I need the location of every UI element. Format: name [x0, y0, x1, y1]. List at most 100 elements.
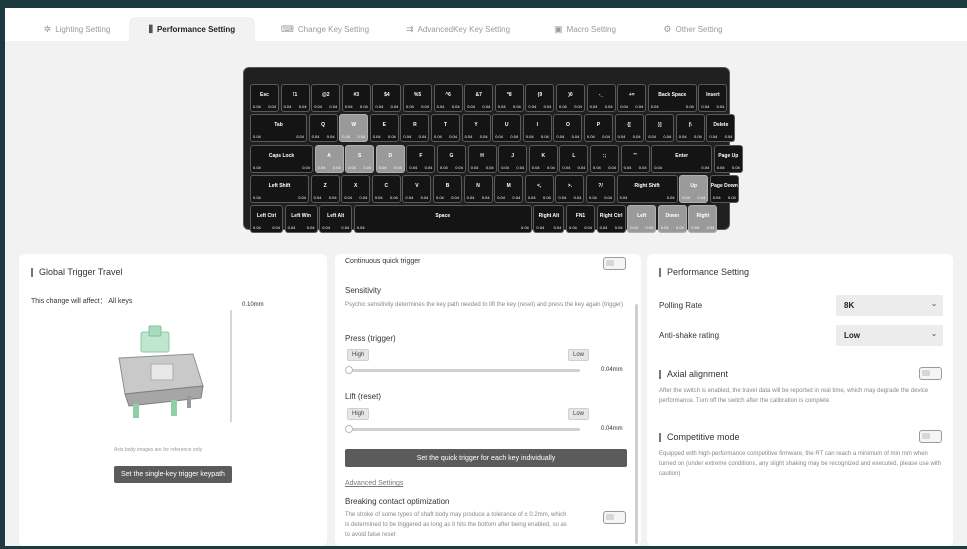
key-c[interactable]: C 0.04 0.04 — [371, 175, 401, 203]
key-label: Insert — [706, 92, 720, 98]
key-left[interactable]: Left 0.04 0.04 — [627, 205, 657, 233]
key-lift-value: 0.04 — [571, 134, 580, 139]
scrollbar[interactable] — [635, 304, 638, 544]
key-0[interactable]: )0 0.04 0.04 — [556, 84, 585, 112]
key-[interactable]: }] 0.04 0.04 — [645, 114, 675, 142]
key-k[interactable]: K 0.04 0.04 — [528, 145, 558, 173]
key-w[interactable]: W 0.34 0.04 — [339, 114, 369, 142]
key-tab[interactable]: Tab 0.04 0.04 — [250, 114, 307, 142]
key-7[interactable]: &7 0.04 0.04 — [464, 84, 494, 112]
press-slider[interactable] — [347, 369, 580, 372]
key-right-ctrl[interactable]: Right Ctrl 0.04 0.04 — [596, 205, 626, 233]
lift-low-chip[interactable]: Low — [568, 408, 590, 420]
key-v[interactable]: V 0.04 0.04 — [402, 175, 432, 203]
key-[interactable]: -_ 0.04 0.04 — [586, 84, 616, 112]
key-2[interactable]: @2 0.04 0.04 — [311, 84, 341, 112]
single-key-trigger-button[interactable]: Set the single-key trigger keypath — [114, 466, 232, 483]
key-9[interactable]: (9 0.04 0.04 — [525, 84, 555, 112]
key-m[interactable]: M 0.04 0.04 — [494, 175, 524, 203]
key-space[interactable]: Space 0.04 0.04 — [353, 205, 532, 233]
press-slider-knob[interactable] — [345, 366, 353, 374]
tab-macro-setting[interactable]: ▣ Macro Setting — [545, 17, 625, 41]
axial-toggle[interactable] — [919, 367, 942, 380]
key-delete[interactable]: Delete 0.04 0.04 — [706, 114, 736, 142]
key-label: M — [506, 183, 511, 189]
key-right-shift[interactable]: Right Shift 0.04 0.04 — [616, 175, 678, 203]
key-d[interactable]: D 0.04 0.04 — [375, 145, 405, 173]
key-insert[interactable]: Insert 0.04 0.04 — [698, 84, 728, 112]
key-[interactable]: += 0.04 0.04 — [617, 84, 647, 112]
press-high-chip[interactable]: High — [347, 349, 370, 361]
key-j[interactable]: J 0.04 0.04 — [498, 145, 528, 173]
key-5[interactable]: %5 0.04 0.04 — [403, 84, 432, 112]
key-g[interactable]: G 0.04 0.04 — [437, 145, 466, 173]
individual-quick-trigger-button[interactable]: Set the quick trigger for each key indiv… — [345, 449, 627, 467]
continuous-toggle[interactable] — [603, 257, 626, 270]
key-b[interactable]: B 0.04 0.04 — [433, 175, 462, 203]
polling-rate-select[interactable]: 8K ⌄ — [836, 295, 943, 316]
key-y[interactable]: Y 0.04 0.04 — [461, 114, 491, 142]
key-f[interactable]: F 0.04 0.04 — [406, 145, 436, 173]
key-right[interactable]: Right 0.04 0.04 — [688, 205, 718, 233]
competitive-toggle[interactable] — [919, 430, 942, 443]
key-[interactable]: "' 0.04 0.04 — [620, 145, 650, 173]
key-press-value: 0.04 — [660, 225, 669, 230]
key-down[interactable]: Down 0.04 0.04 — [657, 205, 687, 233]
key-h[interactable]: H 0.04 0.04 — [467, 145, 497, 173]
key-fn1[interactable]: FN1 0.04 0.04 — [566, 205, 595, 233]
key-page-down[interactable]: Page Down 0.04 0.04 — [709, 175, 739, 203]
key-lift-value: 0.04 — [577, 165, 586, 170]
key-n[interactable]: N 0.04 0.04 — [463, 175, 493, 203]
tab-other-setting[interactable]: ⚙ Other Setting — [653, 17, 733, 41]
key-o[interactable]: O 0.04 0.04 — [553, 114, 583, 142]
key-[interactable]: {[0.04 0.04 — [614, 114, 644, 142]
key-z[interactable]: Z 0.04 0.04 — [310, 175, 340, 203]
tab-change-key-setting[interactable]: ⌨ Change Key Setting — [275, 17, 375, 41]
key-x[interactable]: X 0.04 0.04 — [341, 175, 371, 203]
advanced-settings-link[interactable]: Advanced Settings — [345, 480, 403, 487]
key-u[interactable]: U 0.04 0.04 — [492, 114, 522, 142]
key-s[interactable]: S 0.04 0.04 — [345, 145, 375, 173]
key-6[interactable]: ^6 0.04 0.04 — [433, 84, 463, 112]
lift-slider-knob[interactable] — [345, 425, 353, 433]
tab-label: AdvancedKey Key Setting — [417, 24, 511, 34]
key-back-space[interactable]: Back Space 0.04 0.04 — [647, 84, 697, 112]
lift-slider[interactable] — [347, 428, 580, 431]
key-1[interactable]: !1 0.04 0.04 — [280, 84, 310, 112]
breaking-toggle[interactable] — [603, 511, 626, 524]
key-right-alt[interactable]: Right Alt 0.04 0.04 — [533, 205, 565, 233]
key-q[interactable]: Q 0.04 0.04 — [308, 114, 338, 142]
key-esc[interactable]: Esc 0.04 0.04 — [250, 84, 279, 112]
key-i[interactable]: I 0.04 0.04 — [522, 114, 552, 142]
tab-lighting-setting[interactable]: ✲ Lighting Setting — [27, 17, 127, 41]
key-e[interactable]: E 0.04 0.04 — [369, 114, 399, 142]
key-[interactable]: ?/ 0.04 0.04 — [586, 175, 615, 203]
key-page-up[interactable]: Page Up 0.04 0.04 — [713, 145, 743, 173]
key-left-win[interactable]: Left Win 0.04 0.04 — [284, 205, 318, 233]
key-8[interactable]: *8 0.04 0.04 — [494, 84, 524, 112]
key-4[interactable]: $4 0.04 0.04 — [372, 84, 402, 112]
antishake-select[interactable]: Low ⌄ — [836, 325, 943, 346]
key-p[interactable]: P 0.04 0.04 — [584, 114, 613, 142]
key-up[interactable]: Up 0.04 0.04 — [679, 175, 709, 203]
press-low-chip[interactable]: Low — [568, 349, 590, 361]
key-[interactable]: <, 0.04 0.04 — [524, 175, 554, 203]
travel-slider[interactable] — [230, 310, 232, 422]
key-[interactable]: >. 0.04 0.04 — [555, 175, 585, 203]
key-label: &7 — [475, 92, 482, 98]
key-[interactable]: :; 0.04 0.04 — [590, 145, 619, 173]
key-r[interactable]: R 0.04 0.04 — [400, 114, 430, 142]
lift-high-chip[interactable]: High — [347, 408, 370, 420]
tab-advancedkey-setting[interactable]: ⇉ AdvancedKey Key Setting — [400, 17, 516, 41]
key-l[interactable]: L 0.04 0.04 — [559, 145, 589, 173]
key-left-ctrl[interactable]: Left Ctrl 0.04 0.04 — [250, 205, 283, 233]
key-a[interactable]: A 0.04 0.04 — [314, 145, 344, 173]
key-t[interactable]: T 0.04 0.04 — [431, 114, 460, 142]
key-[interactable]: |\ 0.04 0.04 — [675, 114, 705, 142]
key-caps-lock[interactable]: Caps Lock 0.04 0.04 — [250, 145, 313, 173]
key-3[interactable]: #3 0.04 0.04 — [341, 84, 371, 112]
key-enter[interactable]: Enter 0.04 0.04 — [651, 145, 713, 173]
tab-performance-setting[interactable]: ⫼ Performance Setting — [129, 17, 255, 41]
key-left-alt[interactable]: Left Alt 0.04 0.04 — [319, 205, 353, 233]
key-left-shift[interactable]: Left Shift 0.04 0.04 — [250, 175, 309, 203]
